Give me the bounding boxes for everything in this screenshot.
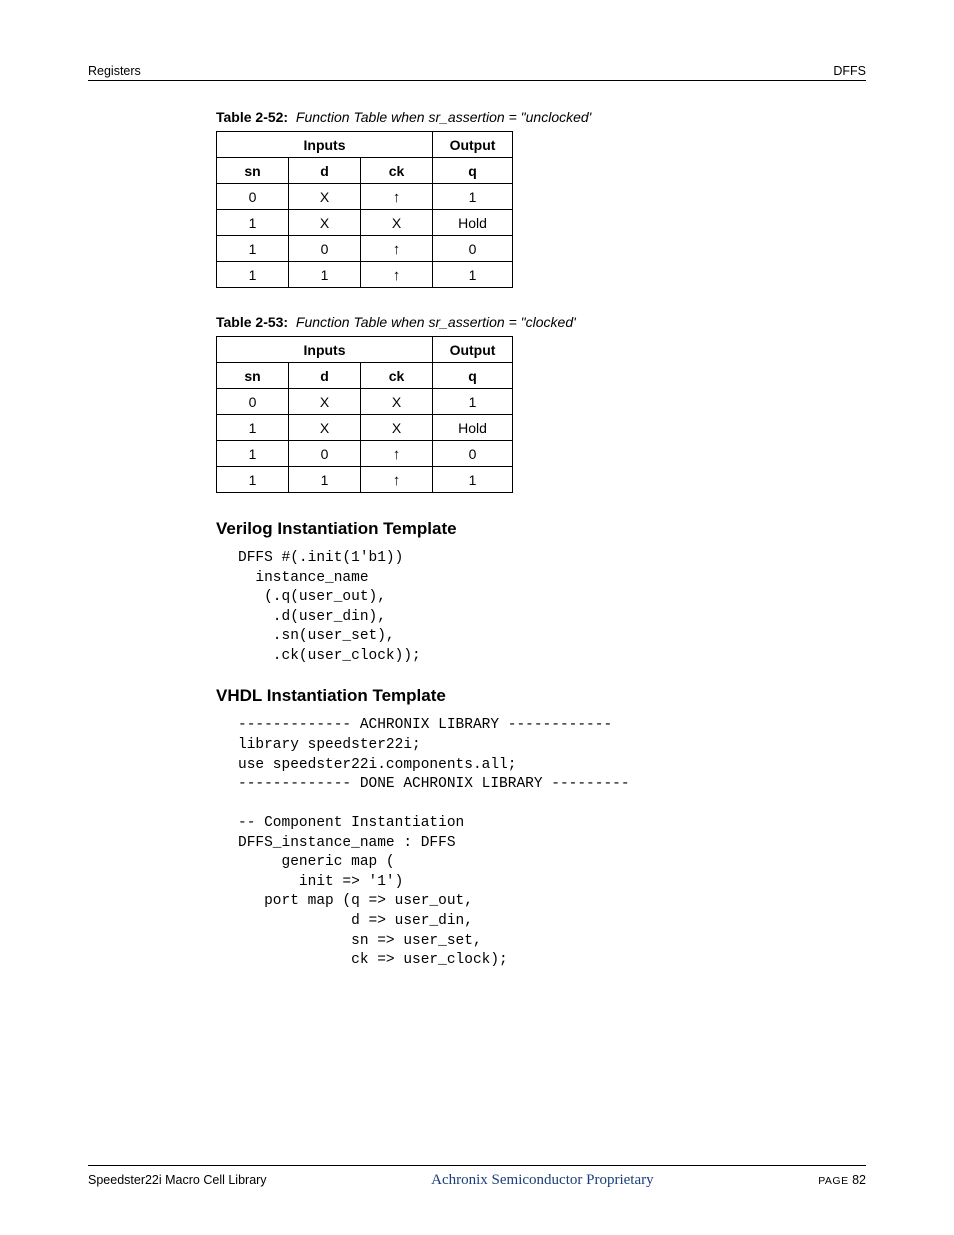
header-left: Registers	[88, 64, 141, 78]
header-right: DFFS	[833, 64, 866, 78]
table-header-output: Output	[433, 132, 513, 158]
table-caption: Table 2-53: Function Table when sr_asser…	[216, 314, 826, 330]
col-d: d	[289, 158, 361, 184]
table-row: 1 0 ↑ 0	[217, 441, 513, 467]
col-sn: sn	[217, 363, 289, 389]
page-content: Table 2-52: Function Table when sr_asser…	[216, 109, 826, 971]
footer-right: PAGE 82	[818, 1173, 866, 1187]
table-caption-text: Function Table when sr_assertion = "uncl…	[296, 109, 591, 125]
table-caption-label: Table 2-52:	[216, 109, 288, 125]
table-row: 1 1 ↑ 1	[217, 467, 513, 493]
verilog-code-block: DFFS #(.init(1'b1)) instance_name (.q(us…	[238, 549, 826, 666]
page-label: PAGE	[818, 1175, 848, 1187]
rising-edge-icon: ↑	[393, 241, 401, 258]
vhdl-template-heading: VHDL Instantiation Template	[216, 686, 826, 706]
table-row: 1 X X Hold	[217, 415, 513, 441]
col-sn: sn	[217, 158, 289, 184]
col-d: d	[289, 363, 361, 389]
table-row: 1 0 ↑ 0	[217, 236, 513, 262]
verilog-template-heading: Verilog Instantiation Template	[216, 519, 826, 539]
rising-edge-icon: ↑	[393, 267, 401, 284]
footer-center: Achronix Semiconductor Proprietary	[267, 1172, 819, 1189]
table-row: 0 X X 1	[217, 389, 513, 415]
rising-edge-icon: ↑	[393, 189, 401, 206]
col-q: q	[433, 363, 513, 389]
table-caption-text: Function Table when sr_assertion = "cloc…	[296, 314, 576, 330]
rising-edge-icon: ↑	[393, 472, 401, 489]
table-row: 0 X ↑ 1	[217, 184, 513, 210]
table-row: 1 X X Hold	[217, 210, 513, 236]
table-row: 1 1 ↑ 1	[217, 262, 513, 288]
function-table-unclocked: Inputs Output sn d ck q 0 X ↑ 1	[216, 131, 513, 288]
rising-edge-icon: ↑	[393, 446, 401, 463]
col-ck: ck	[361, 363, 433, 389]
page-number: 82	[852, 1173, 866, 1187]
vhdl-code-block: ------------- ACHRONIX LIBRARY ---------…	[238, 716, 826, 970]
col-q: q	[433, 158, 513, 184]
table-header-output: Output	[433, 337, 513, 363]
table-header-inputs: Inputs	[217, 132, 433, 158]
col-ck: ck	[361, 158, 433, 184]
table-caption-label: Table 2-53:	[216, 314, 288, 330]
function-table-clocked: Inputs Output sn d ck q 0 X X 1	[216, 336, 513, 493]
table-caption: Table 2-52: Function Table when sr_asser…	[216, 109, 826, 125]
footer-left: Speedster22i Macro Cell Library	[88, 1173, 267, 1187]
page-footer: Speedster22i Macro Cell Library Achronix…	[88, 1165, 866, 1189]
table-header-inputs: Inputs	[217, 337, 433, 363]
page-header: Registers DFFS	[88, 64, 866, 81]
